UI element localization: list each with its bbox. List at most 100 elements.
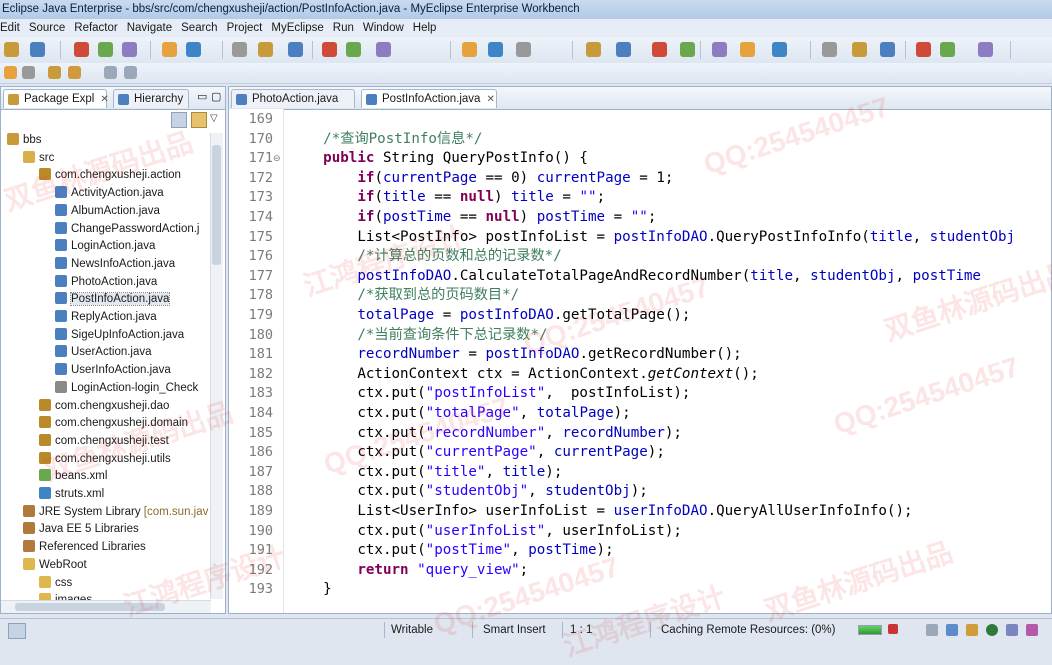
next-annotation-icon[interactable] — [4, 66, 17, 79]
tree-item[interactable]: Referenced Libraries — [23, 538, 146, 556]
close-icon[interactable]: ✕ — [486, 94, 494, 105]
tree-item[interactable]: WebRoot — [23, 556, 87, 574]
minimize-icon[interactable]: ▭ — [197, 90, 207, 103]
new-icon[interactable] — [4, 42, 19, 57]
class-icon[interactable] — [880, 42, 895, 57]
save-icon[interactable] — [30, 42, 45, 57]
tree-item[interactable]: NewsInfoAction.java — [55, 255, 175, 273]
tree-hscroll-thumb[interactable] — [15, 603, 165, 611]
fold-toggle-icon[interactable]: ⊖ — [273, 153, 281, 164]
menu-search[interactable]: Search — [181, 19, 223, 37]
open-type-icon[interactable] — [516, 42, 531, 57]
menu-refactor[interactable]: Refactor — [74, 19, 123, 37]
code-area[interactable]: /*查询PostInfo信息*/ public String QueryPost… — [289, 109, 1051, 613]
new-wizard-icon[interactable] — [98, 42, 113, 57]
forward-icon[interactable] — [104, 66, 117, 79]
fast-view-icon[interactable] — [8, 623, 26, 639]
tree-item[interactable]: AlbumAction.java — [55, 202, 160, 220]
maximize-icon[interactable]: ▢ — [211, 90, 221, 103]
tray-icon[interactable] — [966, 624, 978, 636]
web-icon[interactable] — [978, 42, 993, 57]
link-with-editor-icon[interactable] — [191, 112, 207, 128]
code-line: List<PostInfo> postInfoList = postInfoDA… — [289, 228, 1015, 248]
new-wizard-icon[interactable] — [822, 42, 837, 57]
tree-item[interactable]: ReplyAction.java — [55, 308, 157, 326]
tree-item[interactable]: beans.xml — [39, 467, 107, 485]
format-icon[interactable] — [680, 42, 695, 57]
tab-hierarchy[interactable]: Hierarchy — [113, 89, 189, 108]
menu-run[interactable]: Run — [333, 19, 360, 37]
tray-icon[interactable] — [926, 624, 938, 636]
tree-item[interactable]: com.chengxusheji.domain — [39, 414, 188, 432]
tree-item[interactable]: UserInfoAction.java — [55, 361, 171, 379]
class-icon[interactable] — [162, 42, 177, 57]
tree-item[interactable]: UserAction.java — [55, 343, 152, 361]
tree-item[interactable]: src — [23, 149, 54, 167]
java-perspective-icon[interactable] — [652, 42, 667, 57]
tree-item[interactable]: ChangePasswordAction.j — [55, 220, 200, 238]
external-tools-icon[interactable] — [488, 42, 503, 57]
menu-myeclipse[interactable]: MyEclipse — [271, 19, 329, 37]
print-icon[interactable] — [74, 42, 89, 57]
tree-item[interactable]: LoginAction.java — [55, 237, 155, 255]
view-menu-icon[interactable]: ▽ — [210, 113, 218, 124]
tab-package-explorer[interactable]: Package Expl ✕ — [3, 89, 109, 108]
deploy-icon[interactable] — [940, 42, 955, 57]
tree-item[interactable]: css — [39, 574, 72, 592]
collapse-all-icon[interactable] — [171, 112, 187, 128]
edit-icon[interactable] — [586, 42, 601, 57]
tree-item[interactable]: ActivityAction.java — [55, 184, 164, 202]
tray-icon[interactable] — [986, 624, 998, 636]
last-edit-icon[interactable] — [48, 66, 61, 79]
menu-project[interactable]: Project — [227, 19, 269, 37]
tree-item[interactable]: JRE System Library [com.sun.jav — [23, 503, 208, 521]
menu-edit[interactable]: Edit — [0, 19, 26, 37]
stop-icon[interactable] — [888, 624, 898, 634]
tree-item[interactable]: struts.xml — [39, 485, 104, 503]
tree-item[interactable]: com.chengxusheji.dao — [39, 397, 169, 415]
package-icon — [39, 451, 51, 464]
tray-icon[interactable] — [1006, 624, 1018, 636]
menu-help[interactable]: Help — [413, 19, 443, 37]
bug-icon[interactable] — [288, 42, 303, 57]
print-icon[interactable] — [772, 42, 787, 57]
run-server-icon[interactable] — [186, 42, 201, 57]
tree-item[interactable]: PostInfoAction.java — [55, 290, 171, 308]
menu-navigate[interactable]: Navigate — [127, 19, 178, 37]
save-icon[interactable] — [740, 42, 755, 57]
menu-window[interactable]: Window — [363, 19, 410, 37]
editor-tab[interactable]: PhotoAction.java — [231, 89, 355, 108]
tree-item[interactable]: LoginAction-login_Check — [55, 379, 198, 397]
dropdown-icon[interactable] — [22, 66, 35, 79]
tree-item[interactable]: Java EE 5 Libraries — [23, 520, 139, 538]
tree-item[interactable]: bbs — [7, 131, 42, 149]
menu-source[interactable]: Source — [29, 19, 71, 37]
toolbar-separator — [1010, 41, 1011, 59]
web-icon[interactable] — [258, 42, 273, 57]
tree-item[interactable]: PhotoAction.java — [55, 273, 157, 291]
tree-item[interactable]: com.chengxusheji.action — [39, 166, 181, 184]
editor-tab[interactable]: PostInfoAction.java ✕ — [361, 89, 497, 108]
tree-scroll-thumb[interactable] — [212, 145, 221, 265]
run-server-icon[interactable] — [916, 42, 931, 57]
tree-horizontal-scrollbar[interactable] — [1, 600, 211, 613]
deploy-icon[interactable] — [232, 42, 247, 57]
tree-item[interactable]: com.chengxusheji.test — [39, 432, 169, 450]
dropdown-icon[interactable] — [124, 66, 137, 79]
search-icon[interactable] — [346, 42, 361, 57]
back-icon[interactable] — [68, 66, 81, 79]
toolbar-separator — [150, 41, 151, 59]
build-icon[interactable] — [322, 42, 337, 57]
tray-icon[interactable] — [1026, 624, 1038, 636]
debug-icon[interactable] — [376, 42, 391, 57]
tray-icon[interactable] — [946, 624, 958, 636]
close-icon[interactable]: ✕ — [100, 94, 108, 105]
package-icon[interactable] — [852, 42, 867, 57]
run-icon[interactable] — [462, 42, 477, 57]
perspective-icon[interactable] — [616, 42, 631, 57]
tree-item[interactable]: SigeUpInfoAction.java — [55, 326, 184, 344]
tree-vertical-scrollbar[interactable] — [210, 133, 223, 599]
new-icon[interactable] — [712, 42, 727, 57]
package-icon[interactable] — [122, 42, 137, 57]
tree-item[interactable]: com.chengxusheji.utils — [39, 450, 171, 468]
